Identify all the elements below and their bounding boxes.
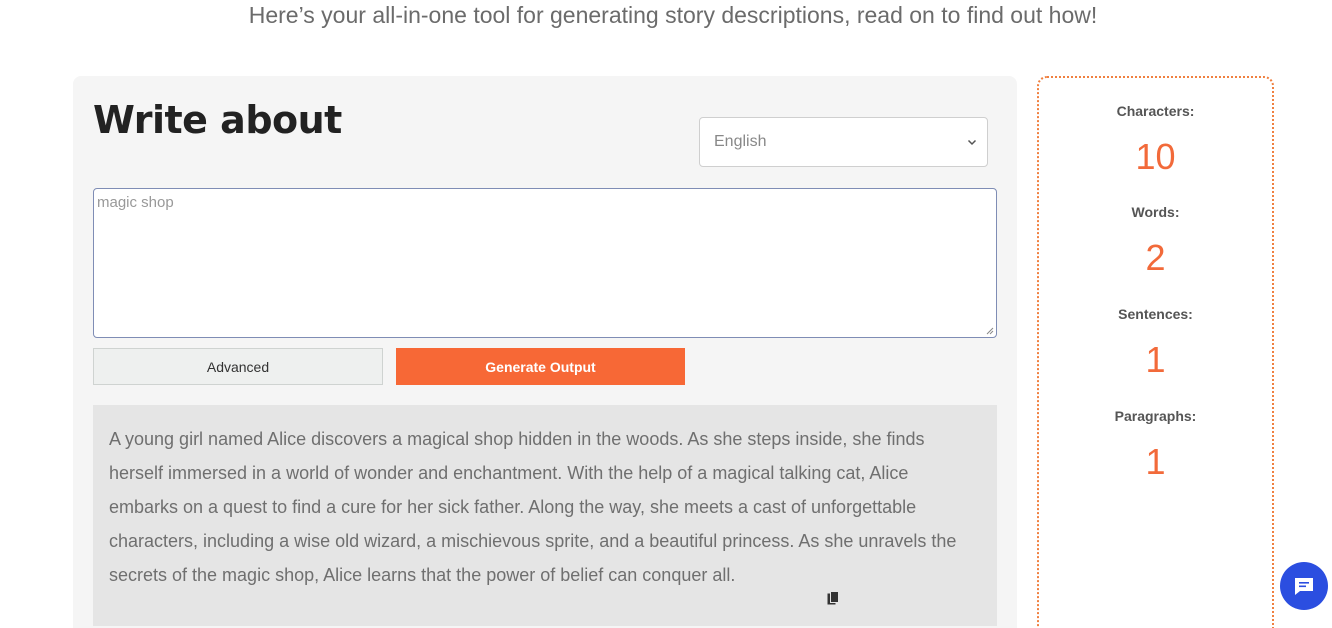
copy-icon[interactable]	[827, 591, 839, 605]
output-text: A young girl named Alice discovers a mag…	[109, 429, 957, 585]
paragraphs-label: Paragraphs:	[1114, 408, 1197, 424]
words-label: Words:	[1131, 204, 1180, 220]
characters-label: Characters:	[1116, 103, 1195, 119]
language-select[interactable]: English	[699, 117, 988, 167]
chat-button[interactable]	[1280, 562, 1328, 610]
intro-text: Here’s your all-in-one tool for generati…	[248, 2, 1098, 28]
page-title: Write about	[93, 98, 342, 142]
topic-input-value: magic shop	[97, 194, 174, 211]
generate-output-button[interactable]: Generate Output	[396, 348, 685, 385]
advanced-button[interactable]: Advanced	[93, 348, 383, 385]
sentences-value: 1	[1145, 339, 1166, 380]
writer-panel: Write about English magic shop Advanced …	[73, 76, 1017, 628]
language-selected-value: English	[714, 133, 767, 150]
output-box: A young girl named Alice discovers a mag…	[93, 405, 997, 626]
sentences-label: Sentences:	[1118, 306, 1193, 322]
stats-panel: Characters: 10 Words: 2 Sentences: 1 Par…	[1037, 76, 1274, 628]
chevron-down-icon	[967, 139, 977, 146]
topic-input[interactable]: magic shop	[93, 188, 997, 338]
paragraphs-value: 1	[1145, 441, 1166, 482]
words-value: 2	[1145, 237, 1166, 278]
characters-value: 10	[1135, 136, 1176, 177]
resize-handle-icon[interactable]	[986, 327, 994, 335]
chat-icon	[1295, 578, 1313, 595]
